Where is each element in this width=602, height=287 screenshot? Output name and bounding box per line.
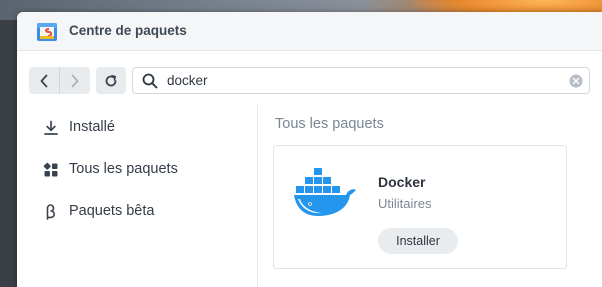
refresh-button[interactable]: [96, 67, 126, 94]
download-icon: [44, 120, 58, 135]
grid-icon: [43, 162, 58, 177]
sidebar-item-beta-packages[interactable]: Paquets bêta: [17, 192, 257, 232]
sidebar-divider: [257, 105, 258, 287]
back-button[interactable]: [29, 67, 59, 94]
sidebar-item-label: Installé: [69, 119, 115, 135]
chevron-left-icon: [40, 74, 48, 87]
package-center-icon: [37, 23, 57, 41]
search-input[interactable]: docker: [132, 67, 590, 94]
title-bar[interactable]: Centre de paquets: [17, 12, 602, 51]
docker-whale-icon: [294, 168, 356, 216]
install-button[interactable]: Installer: [378, 228, 458, 254]
forward-button[interactable]: [60, 67, 90, 94]
search-icon: [142, 73, 158, 89]
package-center-window: Centre de paquets docker Installé Tous l…: [17, 12, 602, 287]
window-title: Centre de paquets: [69, 23, 187, 38]
package-card-docker[interactable]: Docker Utilitaires Installer: [273, 145, 567, 269]
refresh-icon: [105, 74, 117, 86]
search-query[interactable]: docker: [167, 73, 208, 88]
history-nav: [29, 67, 90, 94]
package-category: Utilitaires: [378, 196, 432, 211]
sidebar-item-label: Paquets bêta: [69, 203, 155, 219]
sidebar-item-installed[interactable]: Installé: [17, 108, 257, 148]
sidebar-item-label: Tous les paquets: [69, 161, 178, 177]
clear-icon[interactable]: [569, 74, 583, 88]
beta-icon: [46, 204, 55, 220]
chevron-right-icon: [71, 74, 79, 87]
sidebar-item-all-packages[interactable]: Tous les paquets: [17, 150, 257, 190]
package-name: Docker: [378, 174, 426, 190]
section-title: Tous les paquets: [275, 116, 384, 132]
